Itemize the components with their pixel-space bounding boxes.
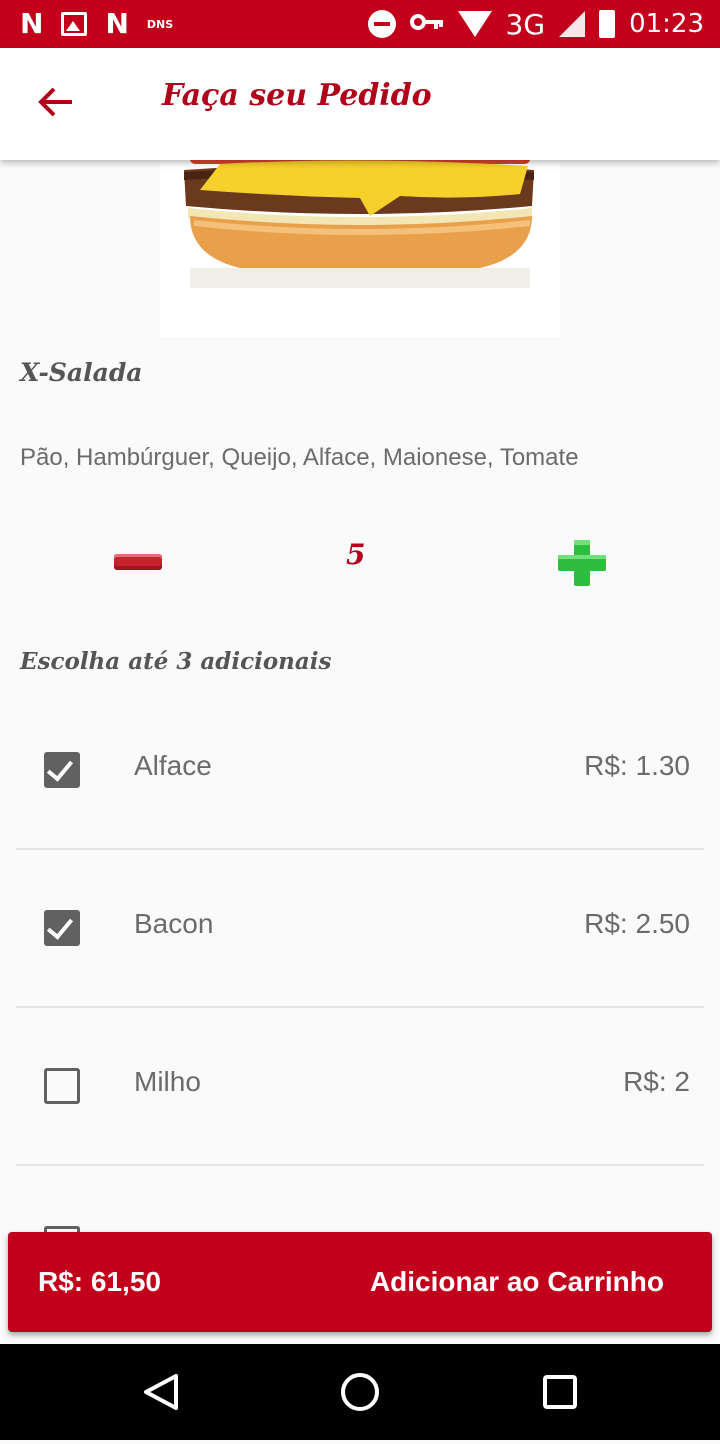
addon-price: R$: 2.50 [584, 908, 690, 939]
product-name: X-Salada [20, 358, 143, 387]
home-nav-icon[interactable] [341, 1373, 379, 1411]
n-icon: N [105, 7, 129, 40]
checkbox-checked[interactable] [44, 752, 80, 788]
system-icons: 3G 01:23 [367, 6, 704, 42]
product-image [160, 160, 560, 337]
status-bar: N N DNS 3G 01:23 [0, 0, 720, 48]
addon-label: Alface [134, 750, 212, 781]
signal-icon [559, 11, 586, 37]
battery-icon [599, 10, 616, 38]
addon-price: R$: 1.30 [584, 750, 690, 781]
image-icon [61, 12, 88, 36]
n-icon: N [20, 7, 44, 40]
checkbox-checked[interactable] [44, 910, 80, 946]
plus-icon[interactable] [558, 540, 606, 586]
checkbox-unchecked[interactable] [44, 1068, 80, 1104]
add-to-cart-bar[interactable]: R$: 61,50 Adicionar ao Carrinho [8, 1232, 712, 1332]
arrow-left-icon[interactable] [36, 82, 76, 122]
do-not-disturb-icon [367, 10, 396, 38]
recents-nav-icon[interactable] [543, 1375, 577, 1409]
clock: 01:23 [629, 9, 704, 39]
list-item[interactable]: Alface R$: 1.30 [16, 750, 704, 910]
addon-label: Bacon [134, 908, 214, 939]
order-total: R$: 61,50 [38, 1266, 161, 1297]
dns-icon: DNS [146, 17, 174, 31]
network-type: 3G [505, 7, 546, 41]
page-title: Faça seu Pedido [162, 78, 432, 113]
addons-title: Escolha até 3 adicionais [20, 648, 332, 675]
navigation-bar [0, 1344, 720, 1440]
quantity-value: 5 [346, 538, 366, 571]
divider [16, 1006, 704, 1008]
vpn-key-icon [409, 9, 444, 39]
list-item[interactable]: Milho R$: 2 [16, 1066, 704, 1226]
notification-icons: N N DNS [20, 8, 173, 40]
divider [16, 1164, 704, 1166]
add-to-cart-button[interactable]: Adicionar ao Carrinho [370, 1266, 664, 1298]
app-bar: Faça seu Pedido [0, 48, 720, 160]
list-item[interactable]: Bacon R$: 2.50 [16, 908, 704, 1068]
addon-label: Milho [134, 1066, 201, 1097]
product-description: Pão, Hambúrguer, Queijo, Alface, Maiones… [20, 444, 579, 471]
addon-price: R$: 2 [623, 1066, 690, 1097]
back-nav-icon[interactable] [144, 1374, 178, 1410]
divider [16, 848, 704, 850]
wifi-icon [457, 11, 492, 37]
minus-icon[interactable] [114, 554, 162, 570]
